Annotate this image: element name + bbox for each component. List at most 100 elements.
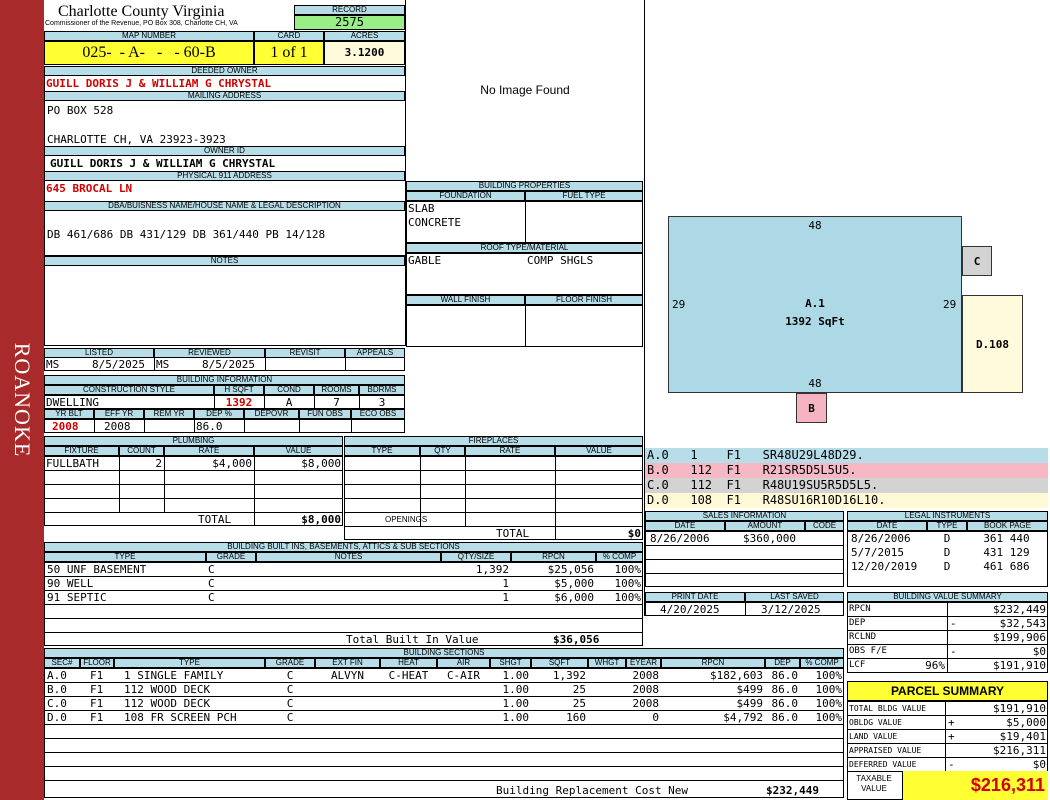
taxable-label-1: TAXABLE xyxy=(856,774,892,783)
map-number-header: MAP NUMBER xyxy=(44,31,254,41)
mailing-address-header: MAILING ADDRESS xyxy=(44,91,405,101)
builtins-type: 91 SEPTIC xyxy=(47,591,107,604)
plumbing-total: $8,000 xyxy=(301,513,341,526)
parcel-sign: - xyxy=(948,758,955,771)
plumbing-total-label: TOTAL xyxy=(198,513,232,526)
taxable-label-2: VALUE xyxy=(861,784,887,793)
builtins-comp-header: % COMP xyxy=(596,552,643,562)
plumbing-rate: $4,000 xyxy=(212,457,252,470)
county-sidebar: ROANOKE xyxy=(0,0,44,800)
section-shgt: 1.00 xyxy=(502,669,530,682)
fireplace-qty-header: QTY xyxy=(420,446,465,456)
no-image-text: No Image Found xyxy=(480,83,570,97)
bvs-label: RPCN xyxy=(849,604,871,614)
builtins-qty-header: QTY/SIZE xyxy=(441,552,511,562)
sections-col-header: HEAT xyxy=(380,658,437,668)
sketch-b-label: B xyxy=(808,402,815,415)
hsqft-header: H SQFT xyxy=(214,385,264,395)
card-header: CARD xyxy=(254,31,324,41)
mailing-line-2: CHARLOTTE CH, VA 23923-3923 xyxy=(47,133,226,146)
section-heat: C-HEAT xyxy=(388,669,429,682)
sale-amount: $360,000 xyxy=(743,532,796,545)
legal-date: 8/26/2006 xyxy=(851,532,911,545)
section-rpcn: $499 xyxy=(736,697,764,710)
brcn-value: $232,449 xyxy=(766,784,819,797)
record-number: 2575 xyxy=(294,15,405,30)
builtins-total-label: Total Built In Value xyxy=(346,633,479,646)
sales-amount-header: AMOUNT xyxy=(725,521,805,531)
sections-col-header: RPCN xyxy=(661,658,765,668)
sections-col-header: SEC# xyxy=(44,658,80,668)
sections-col-header: SQFT xyxy=(531,658,588,668)
parcel-label: APPRAISED VALUE xyxy=(849,746,922,755)
fireplace-total: $0 xyxy=(627,527,641,540)
section-ext: ALVYN xyxy=(330,669,365,682)
legal-book: 361 440 xyxy=(983,532,1030,545)
section-comp: 100% xyxy=(815,683,843,696)
plumbing-value-header: VALUE xyxy=(254,446,343,456)
mailing-line-1: PO BOX 528 xyxy=(47,104,114,117)
sections-col-header: WHGT xyxy=(588,658,626,668)
fireplaces-header: FIREPLACES xyxy=(344,436,643,446)
roof-type: GABLE xyxy=(408,254,442,267)
plumbing-value: $8,000 xyxy=(301,457,341,470)
roof-header: ROOF TYPE/MATERIAL xyxy=(406,243,643,253)
building-info-header: BUILDING INFORMATION xyxy=(44,375,405,385)
card-value: 1 of 1 xyxy=(254,41,324,65)
plumbing-header: PLUMBING xyxy=(44,436,343,446)
sections-col-header: TYPE xyxy=(114,658,265,668)
building-sections-header: BUILDING SECTIONS xyxy=(44,648,844,658)
owner-id: GUILL DORIS J & WILLIAM G CHRYSTAL xyxy=(50,157,276,170)
effective-year: 2008 xyxy=(104,420,131,433)
sections-col-header: SHGT xyxy=(490,658,531,668)
bvs-pct: 96% xyxy=(925,659,945,672)
sales-header: SALES INFORMATION xyxy=(645,511,844,521)
builtins-qty: 1,392 xyxy=(475,563,509,576)
legal-description: DB 461/686 DB 431/129 DB 361/440 PB 14/1… xyxy=(47,228,326,241)
vector-row: A.0 1 F1 SR48U29L48D29. xyxy=(645,448,1048,463)
section-grade: C xyxy=(286,669,294,682)
condition: A xyxy=(285,396,293,409)
parcel-label: DEFERRED VALUE xyxy=(849,760,917,769)
section-type: 1 SINGLE FAMILY xyxy=(124,669,224,682)
vector-row: C.0 112 F1 R48U19SU5R5D5L5. xyxy=(645,478,1048,493)
sections-col-header: AIR xyxy=(437,658,490,668)
section-eyear: 0 xyxy=(652,711,659,724)
funobs-header: FUN OBS xyxy=(299,409,351,419)
legal-header: LEGAL INSTRUMENTS xyxy=(847,511,1048,521)
acres-header: ACRES xyxy=(324,31,405,41)
builtins-rpcn: $5,000 xyxy=(554,577,594,590)
county-title: Charlotte County Virginia xyxy=(58,3,225,20)
plumbing-rate-header: RATE xyxy=(164,446,254,456)
physical-address: 645 BROCAL LN xyxy=(46,182,133,195)
rooms-header: ROOMS xyxy=(314,385,359,395)
section-dep: 86.0 xyxy=(771,683,799,696)
section-sqft: 160 xyxy=(566,711,586,724)
heated-sqft: 1392 xyxy=(225,396,253,409)
parcel-label: LAND VALUE xyxy=(849,732,898,741)
legal-date: 12/20/2019 xyxy=(851,560,918,573)
section-sqft: 25 xyxy=(572,683,586,696)
legal-type: D xyxy=(943,532,951,545)
yrblt-header: YR BLT xyxy=(44,409,94,419)
vector-row: B.0 112 F1 R21SR5D5L5U5. xyxy=(645,463,1048,478)
plumbing-fixture-header: FIXTURE xyxy=(44,446,119,456)
sketch-c-label: C xyxy=(973,255,981,268)
wall-finish-header: WALL FINISH xyxy=(406,295,525,305)
builtins-notes-header: NOTES xyxy=(256,552,441,562)
construction-style-header: CONSTRUCTION STYLE xyxy=(44,385,214,395)
section-dep: 86.0 xyxy=(771,669,799,682)
section-dep: 86.0 xyxy=(771,697,799,710)
builtins-grade: C xyxy=(208,563,215,576)
print-date: 4/20/2025 xyxy=(660,603,720,616)
owner-id-header: OWNER ID xyxy=(44,146,405,156)
builtins-header: BUILDING BUILT INS, BASEMENTS, ATTICS & … xyxy=(44,542,643,552)
sketch-area: 48 48 29 29 A.1 1392 SqFt C D.108 B xyxy=(645,0,1050,448)
section-rpcn: $182,603 xyxy=(710,669,763,682)
deeded-owner-header: DEEDED OWNER xyxy=(44,66,405,76)
listed-by: MS xyxy=(46,358,60,371)
sketch-main-label: A.1 xyxy=(805,297,825,310)
foundation-line-2: CONCRETE xyxy=(408,216,461,229)
parcel-sign: + xyxy=(948,730,955,743)
bvs-label: LCF xyxy=(849,660,866,670)
